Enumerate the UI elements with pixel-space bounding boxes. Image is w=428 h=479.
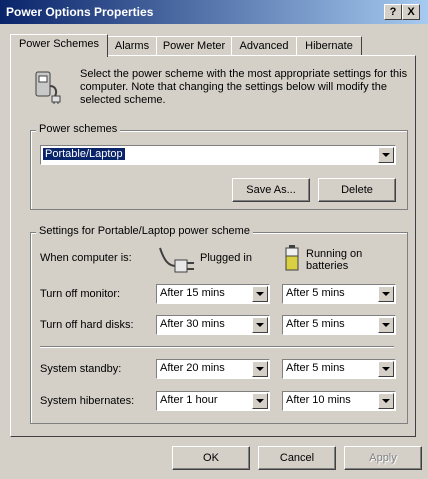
dropdown-arrow-icon[interactable] bbox=[252, 393, 268, 409]
turn-off-hard-disks-label: Turn off hard disks: bbox=[40, 319, 134, 331]
monitor-plugged-value: After 15 mins bbox=[160, 287, 225, 299]
tab-alarms[interactable]: Alarms bbox=[107, 36, 157, 55]
dropdown-arrow-icon[interactable] bbox=[378, 317, 394, 333]
hibernate-battery-value: After 10 mins bbox=[286, 394, 351, 406]
system-hibernates-label: System hibernates: bbox=[40, 395, 135, 407]
intro-text: Select the power scheme with the most ap… bbox=[80, 68, 408, 106]
when-computer-is-label: When computer is: bbox=[40, 252, 132, 264]
tab-power-meter[interactable]: Power Meter bbox=[156, 36, 232, 55]
dropdown-arrow-icon[interactable] bbox=[252, 317, 268, 333]
harddisk-battery-select[interactable]: After 5 mins bbox=[282, 315, 396, 335]
monitor-battery-value: After 5 mins bbox=[286, 287, 345, 299]
power-scheme-select[interactable]: Portable/Laptop bbox=[40, 145, 396, 165]
turn-off-monitor-label: Turn off monitor: bbox=[40, 288, 121, 300]
harddisk-plugged-value: After 30 mins bbox=[160, 318, 225, 330]
standby-plugged-select[interactable]: After 20 mins bbox=[156, 359, 270, 379]
dropdown-arrow-icon[interactable] bbox=[378, 286, 394, 302]
power-scheme-value: Portable/Laptop bbox=[43, 148, 125, 160]
monitor-battery-select[interactable]: After 5 mins bbox=[282, 284, 396, 304]
hibernate-plugged-value: After 1 hour bbox=[160, 394, 218, 406]
hibernate-plugged-select[interactable]: After 1 hour bbox=[156, 391, 270, 411]
hibernate-battery-select[interactable]: After 10 mins bbox=[282, 391, 396, 411]
settings-separator bbox=[40, 346, 394, 348]
dropdown-arrow-icon[interactable] bbox=[378, 393, 394, 409]
battery-icon bbox=[285, 245, 299, 271]
dropdown-arrow-icon[interactable] bbox=[252, 361, 268, 377]
harddisk-battery-value: After 5 mins bbox=[286, 318, 345, 330]
close-button[interactable]: X bbox=[402, 4, 420, 20]
dropdown-arrow-icon[interactable] bbox=[252, 286, 268, 302]
save-as-button[interactable]: Save As... bbox=[232, 178, 310, 202]
plug-icon bbox=[159, 247, 194, 273]
standby-plugged-value: After 20 mins bbox=[160, 362, 225, 374]
dropdown-arrow-icon[interactable] bbox=[378, 361, 394, 377]
standby-battery-select[interactable]: After 5 mins bbox=[282, 359, 396, 379]
running-on-batteries-label: Running on batteries bbox=[306, 248, 363, 272]
help-button[interactable]: ? bbox=[384, 4, 402, 20]
tab-advanced[interactable]: Advanced bbox=[231, 36, 297, 55]
monitor-plugged-select[interactable]: After 15 mins bbox=[156, 284, 270, 304]
plugged-in-label: Plugged in bbox=[200, 252, 252, 264]
standby-battery-value: After 5 mins bbox=[286, 362, 345, 374]
power-scheme-icon bbox=[35, 71, 61, 104]
power-schemes-group-label: Power schemes bbox=[36, 123, 121, 135]
harddisk-plugged-select[interactable]: After 30 mins bbox=[156, 315, 270, 335]
ok-button[interactable]: OK bbox=[172, 446, 250, 470]
tab-hibernate[interactable]: Hibernate bbox=[296, 36, 362, 55]
delete-button[interactable]: Delete bbox=[318, 178, 396, 202]
settings-group-label: Settings for Portable/Laptop power schem… bbox=[36, 225, 253, 237]
window-title: Power Options Properties bbox=[6, 5, 154, 19]
system-standby-label: System standby: bbox=[40, 363, 122, 375]
tab-power-schemes[interactable]: Power Schemes bbox=[10, 34, 108, 57]
apply-button[interactable]: Apply bbox=[344, 446, 422, 470]
dropdown-arrow-icon[interactable] bbox=[378, 147, 394, 163]
title-bar: Power Options Properties ? X bbox=[0, 0, 428, 24]
cancel-button[interactable]: Cancel bbox=[258, 446, 336, 470]
